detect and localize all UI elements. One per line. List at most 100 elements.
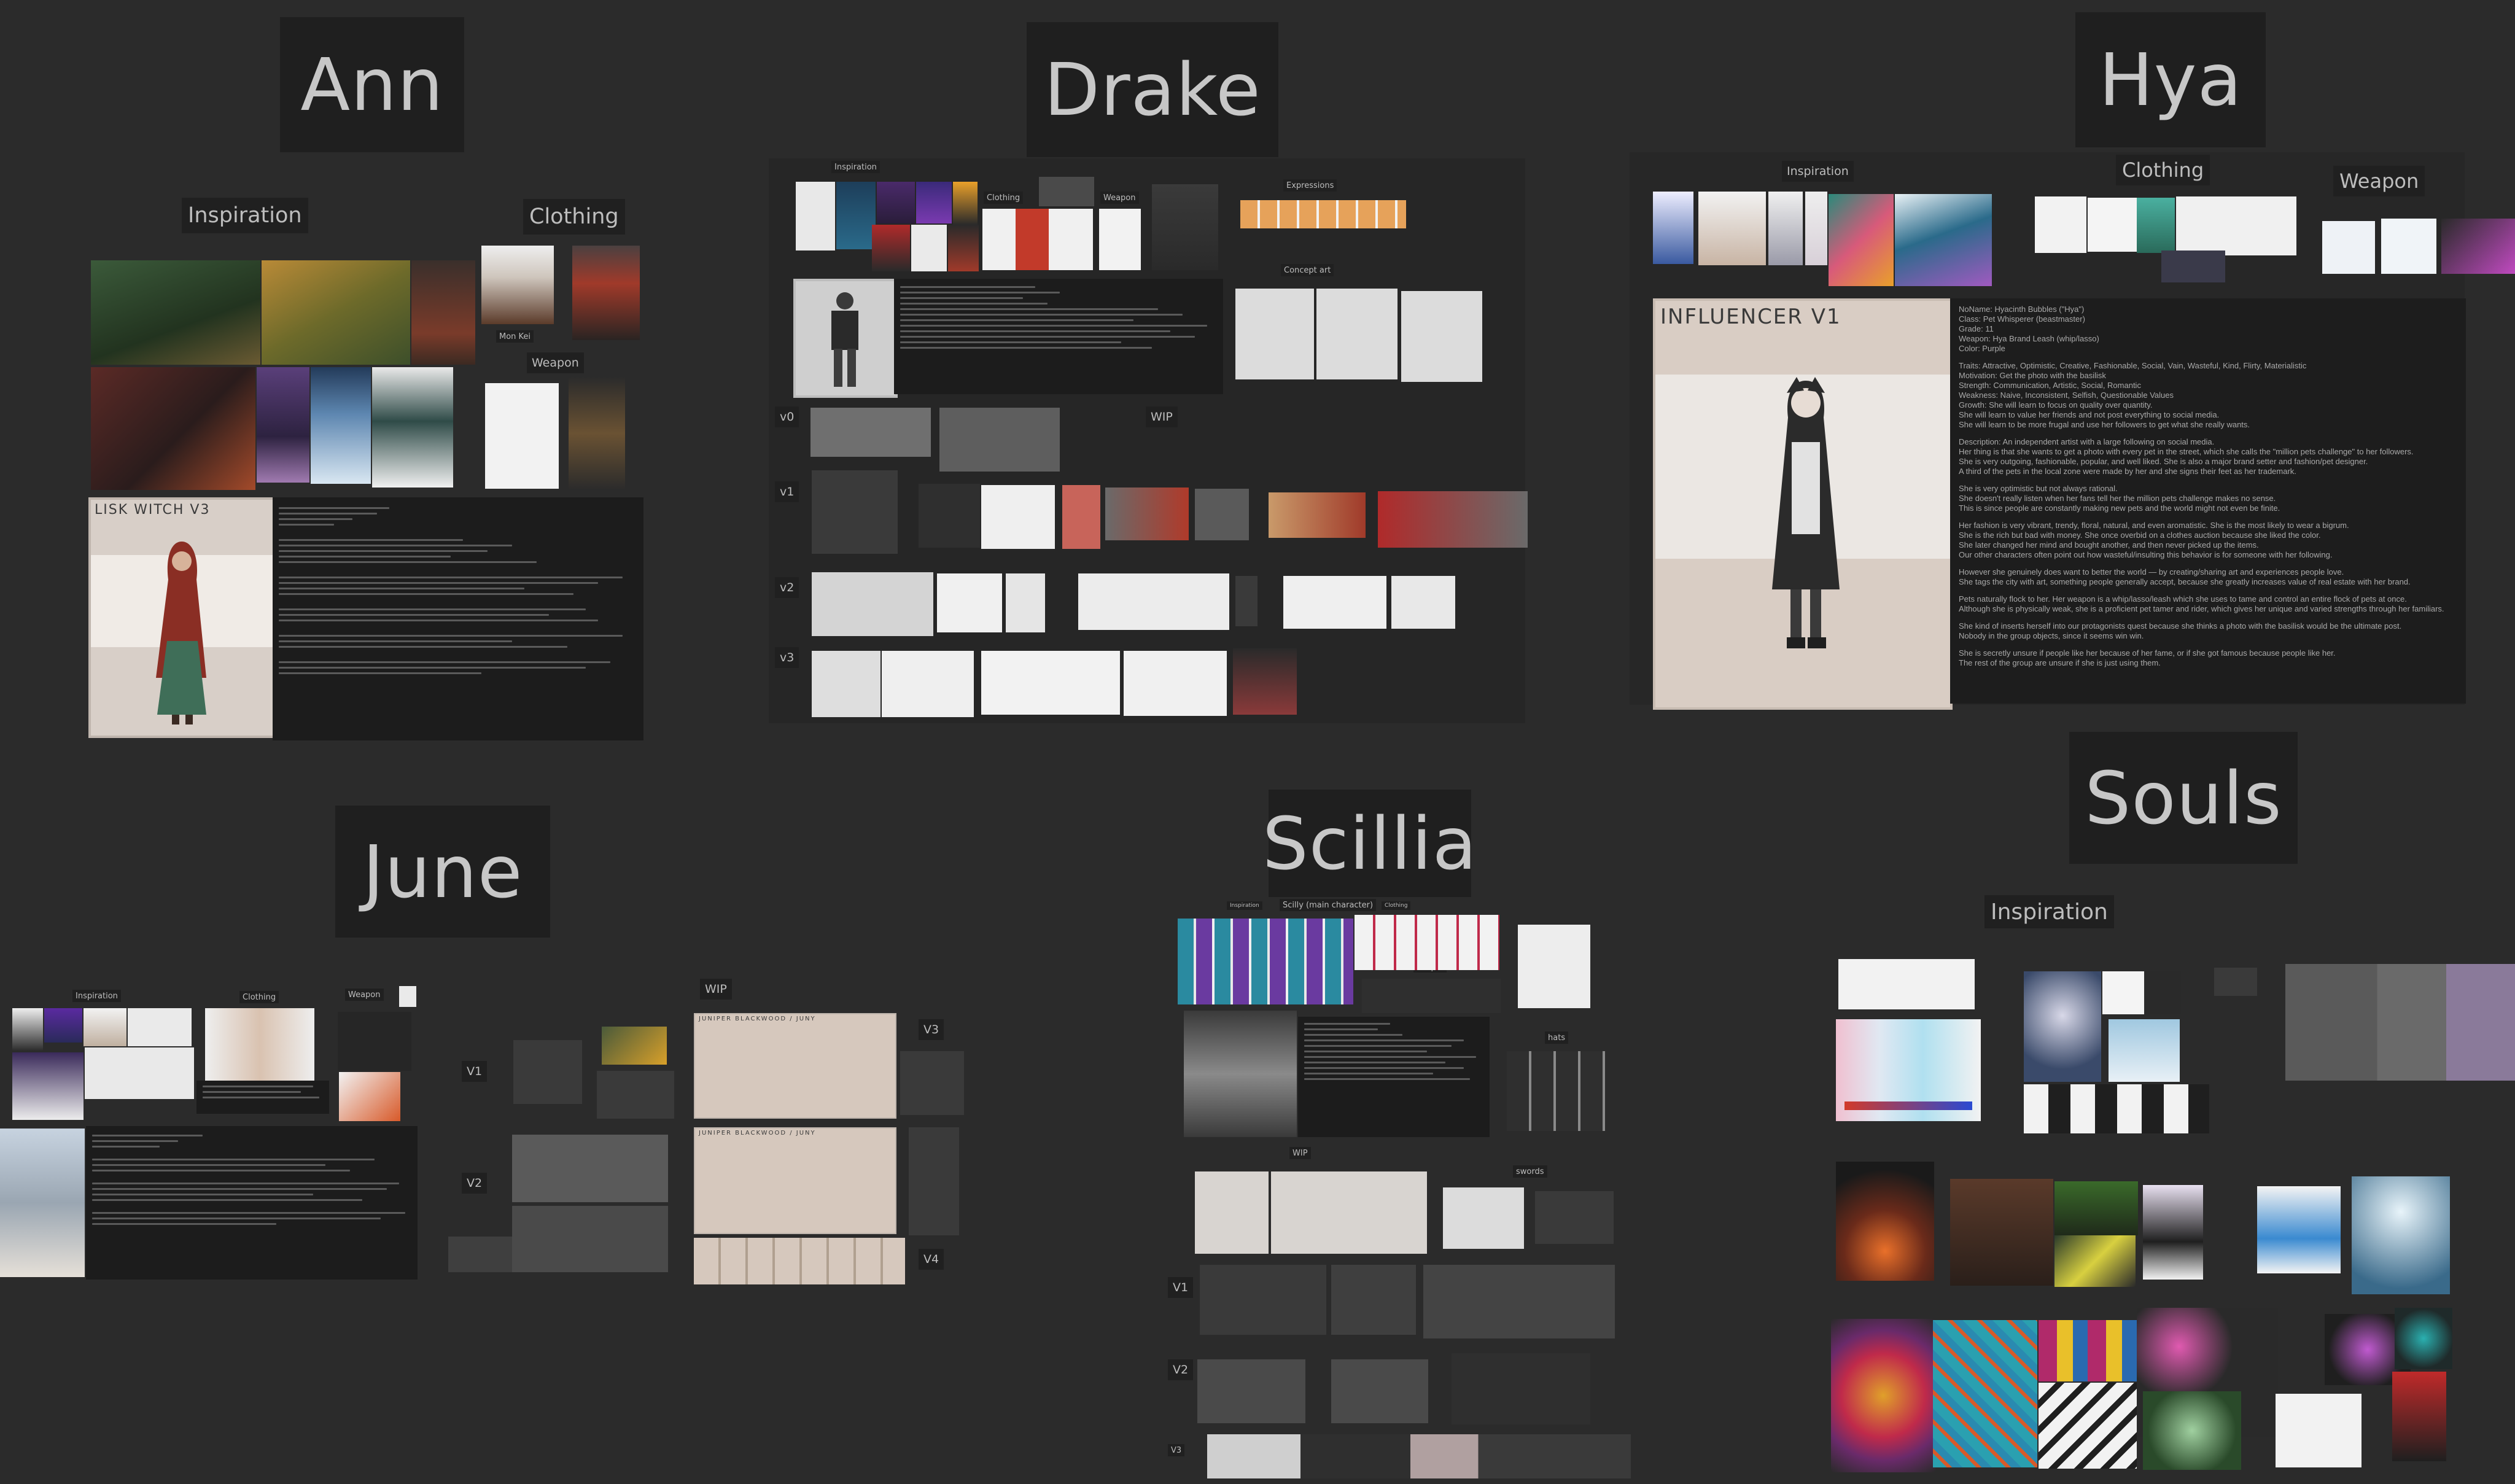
drake-v0-model-1[interactable]	[810, 408, 931, 457]
june-weapon-image-2[interactable]	[339, 1072, 400, 1121]
ann-weapon-image-1[interactable]	[485, 383, 559, 489]
scillia-clothing-grid[interactable]	[1355, 915, 1499, 970]
drake-v3-label[interactable]: v3	[775, 647, 799, 668]
drake-inspiration-image-2[interactable]	[836, 182, 876, 249]
souls-inspiration-image-15[interactable]	[2257, 1186, 2341, 1273]
june-v1-label[interactable]: V1	[462, 1061, 488, 1082]
june-notes-panel[interactable]	[196, 1081, 329, 1114]
june-wip-label[interactable]: WIP	[700, 979, 732, 1000]
hya-clothing-image-4[interactable]	[2176, 196, 2296, 255]
drake-v3-model-3[interactable]	[981, 651, 1120, 715]
scillia-swords-image-2[interactable]	[1535, 1191, 1614, 1244]
june-v1-model-1[interactable]	[513, 1040, 582, 1104]
drake-v1-model-8[interactable]	[1378, 491, 1528, 548]
ann-inspiration-image-2[interactable]	[262, 260, 410, 365]
souls-inspiration-image-4[interactable]	[2102, 971, 2144, 1014]
scillia-v3-label[interactable]: V3	[1168, 1444, 1185, 1456]
drake-inspiration-image-4[interactable]	[916, 182, 952, 223]
drake-v0-model-2[interactable]	[939, 408, 1060, 472]
june-inspiration-image-5[interactable]	[12, 1052, 84, 1120]
souls-inspiration-image-22[interactable]	[2143, 1391, 2241, 1470]
scillia-weapon-strip[interactable]	[1362, 979, 1501, 1013]
ann-description-panel[interactable]	[273, 497, 643, 740]
scillia-wip-model-1[interactable]	[1195, 1171, 1269, 1254]
drake-inspiration-label[interactable]: Inspiration	[831, 161, 880, 173]
drake-v1-label[interactable]: v1	[775, 481, 799, 502]
drake-v2-model-7[interactable]	[1391, 576, 1455, 629]
scillia-hats-grid[interactable]	[1507, 1051, 1605, 1131]
drake-clothing-image-1[interactable]	[982, 209, 1093, 270]
drake-clothing-image-2[interactable]	[1039, 177, 1094, 206]
scillia-wip-label[interactable]: WIP	[1289, 1147, 1311, 1159]
scillia-v2-model-1[interactable]	[1197, 1359, 1305, 1423]
scillia-v2-model-3[interactable]	[1452, 1353, 1590, 1424]
june-weapon-label[interactable]: Weapon	[345, 989, 384, 1001]
souls-inspiration-image-7[interactable]	[2214, 968, 2257, 996]
ann-clothing-image-1[interactable]	[481, 246, 554, 324]
june-sheet-1[interactable]: JUNIPER BLACKWOOD / JUNY	[694, 1013, 896, 1119]
drake-v2-model-3[interactable]	[1006, 573, 1045, 632]
hya-weapon-label[interactable]: Weapon	[2333, 166, 2425, 196]
scillia-v3-strip[interactable]	[1207, 1434, 1631, 1478]
ann-weapon-image-2[interactable]	[569, 377, 625, 490]
souls-inspiration-image-8[interactable]	[2024, 1084, 2209, 1133]
souls-inspiration-image-1[interactable]	[1838, 959, 1975, 1009]
drake-clothing-label[interactable]: Clothing	[984, 192, 1024, 204]
drake-weapon-image-1[interactable]	[1099, 209, 1141, 270]
drake-inspiration-image-5[interactable]	[953, 182, 978, 225]
june-inspiration-image-4[interactable]	[128, 1008, 192, 1046]
june-v3-model[interactable]	[900, 1051, 964, 1115]
drake-v2-label[interactable]: v2	[775, 577, 799, 598]
drake-v1-model-5[interactable]	[1105, 488, 1189, 540]
title-hya[interactable]: Hya	[2075, 12, 2266, 147]
june-v1-model-3[interactable]	[597, 1071, 674, 1119]
drake-v1-model-7[interactable]	[1269, 492, 1366, 538]
june-v2-model-1[interactable]	[512, 1135, 668, 1202]
souls-inspiration-image-17[interactable]	[1831, 1319, 1935, 1472]
drake-expressions-strip[interactable]	[1240, 200, 1406, 228]
drake-concept-art-1[interactable]	[1235, 289, 1314, 379]
souls-inspiration-image-18[interactable]	[1933, 1320, 2037, 1467]
june-v2-model-3[interactable]	[512, 1206, 668, 1272]
hya-weapon-image-2[interactable]	[2381, 219, 2436, 274]
june-v2-label[interactable]: V2	[462, 1173, 488, 1194]
june-clothing-label[interactable]: Clothing	[239, 991, 279, 1003]
souls-inspiration-label[interactable]: Inspiration	[1984, 895, 2114, 928]
scillia-inspiration-grid[interactable]	[1178, 919, 1353, 1004]
ann-inspiration-image-5[interactable]	[257, 367, 309, 483]
scillia-inspiration-label[interactable]: Inspiration	[1227, 901, 1262, 910]
june-inspiration-image-6[interactable]	[85, 1047, 194, 1099]
scillia-main-art[interactable]	[1184, 1011, 1297, 1137]
title-june[interactable]: June	[335, 806, 550, 938]
scillia-v1-model-2[interactable]	[1331, 1265, 1416, 1335]
drake-weapon-label[interactable]: Weapon	[1100, 192, 1139, 204]
souls-inspiration-image-2[interactable]	[1836, 1019, 1981, 1121]
ann-monkei-label[interactable]: Mon Kei	[496, 330, 534, 343]
hya-inspiration-image-2[interactable]	[1698, 192, 1766, 265]
hya-clothing-image-5[interactable]	[2161, 251, 2225, 282]
ann-clothing-image-2[interactable]	[572, 246, 640, 340]
ann-inspiration-image-3[interactable]	[411, 260, 475, 365]
souls-inspiration-image-9[interactable]	[2285, 964, 2515, 1081]
ann-weapon-label[interactable]: Weapon	[527, 352, 584, 373]
drake-v1-model-4[interactable]	[1062, 485, 1100, 549]
souls-inspiration-image-25[interactable]	[2395, 1308, 2452, 1369]
souls-inspiration-image-23[interactable]	[2276, 1394, 2361, 1467]
june-v2-model-2[interactable]	[448, 1237, 512, 1272]
drake-wip-label[interactable]: WIP	[1146, 406, 1178, 427]
june-inspiration-image-1[interactable]	[12, 1008, 43, 1051]
title-scillia[interactable]: Scillia	[1262, 790, 1477, 897]
drake-inspiration-image-6[interactable]	[872, 225, 910, 271]
drake-inspiration-image-7[interactable]	[911, 225, 947, 271]
june-v4-label[interactable]: V4	[919, 1249, 944, 1270]
souls-inspiration-image-12[interactable]	[2054, 1181, 2138, 1235]
hya-clothing-image-1[interactable]	[2035, 196, 2086, 253]
scillia-v1-label[interactable]: V1	[1168, 1277, 1194, 1298]
souls-inspiration-image-19[interactable]	[2039, 1320, 2140, 1381]
hya-inspiration-image-3[interactable]	[1768, 192, 1803, 265]
june-v3-label[interactable]: V3	[919, 1019, 944, 1040]
scillia-swords-image-1[interactable]	[1443, 1187, 1524, 1249]
june-inspiration-label[interactable]: Inspiration	[72, 990, 121, 1002]
hya-clothing-image-2[interactable]	[2088, 198, 2137, 252]
hya-inspiration-image-5[interactable]	[1829, 194, 1894, 286]
